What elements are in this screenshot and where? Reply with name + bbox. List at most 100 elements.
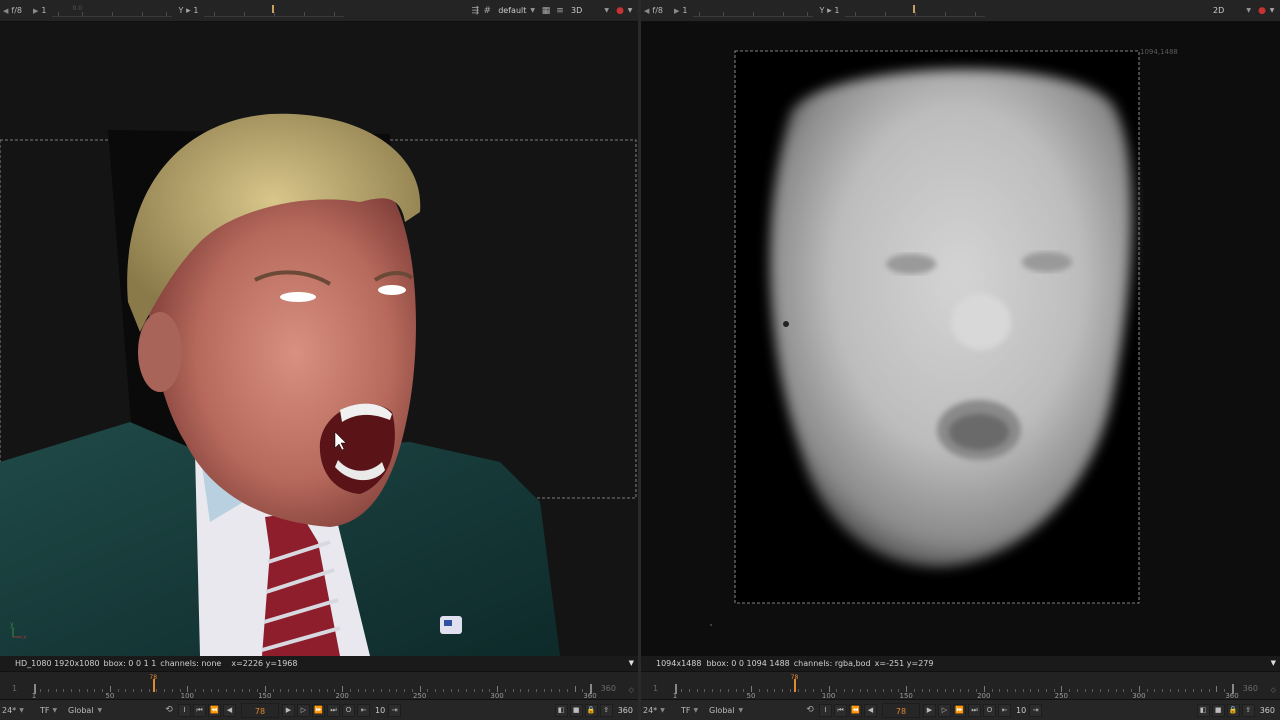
prev-key-icon[interactable]: ⏪	[849, 703, 862, 717]
go-end-icon[interactable]: ⏭	[968, 703, 981, 717]
fps-dropdown[interactable]: 24*	[2, 706, 16, 715]
record-icon[interactable]: ●	[1257, 6, 1267, 16]
frame-field[interactable]: 78	[882, 702, 920, 718]
step-forward-icon[interactable]: ▷	[297, 703, 310, 717]
skip-forward-icon[interactable]: ⇥	[388, 703, 402, 717]
next-key-icon[interactable]: ⏩	[312, 703, 325, 717]
info-dropdown-icon[interactable]: ▼	[629, 659, 634, 667]
range-start-marker[interactable]	[675, 684, 677, 694]
layout-icon[interactable]: ▦	[541, 6, 551, 16]
channel-set[interactable]: f/8	[11, 6, 22, 15]
stop-icon[interactable]: ■	[1211, 703, 1225, 717]
gain-slider[interactable]	[693, 5, 814, 17]
tf-dropdown[interactable]: TF	[681, 706, 691, 715]
flipbook-icon[interactable]: ◧	[554, 703, 568, 717]
timeline[interactable]: 1 1 50 100 150 200 250 300 360 78 360 ◇	[641, 671, 1280, 700]
viewer-2d[interactable]: 1094,1488	[641, 22, 1280, 656]
stop-icon[interactable]: ■	[569, 703, 583, 717]
timeline-tick	[404, 689, 406, 692]
lock-icon[interactable]: 🔒	[1226, 703, 1240, 717]
collapse-icon[interactable]: ▼	[625, 6, 635, 16]
loop-icon[interactable]: ⟲	[164, 705, 174, 715]
frame-value[interactable]: 1	[682, 6, 687, 15]
export-icon[interactable]: ⇪	[1241, 703, 1255, 717]
timeline-tick	[241, 689, 243, 692]
channel-set[interactable]: f/8	[652, 6, 663, 15]
range-end-marker[interactable]	[590, 684, 592, 694]
play-icon[interactable]: ▶	[282, 703, 295, 717]
timeline-tick	[944, 689, 946, 692]
end-frame-field[interactable]: 360	[615, 706, 636, 715]
timeline-tick	[813, 689, 815, 692]
timeline-tick	[311, 689, 313, 692]
timeline[interactable]: 1 1 50 100 150 200 250 300 360 78 360 ◇	[0, 671, 638, 700]
in-point-icon[interactable]: I	[178, 703, 191, 717]
go-end-icon[interactable]: ⏭	[327, 703, 340, 717]
channel-dropdown-icon[interactable]: ◀	[644, 7, 649, 15]
range-end-marker[interactable]	[1232, 684, 1234, 694]
timeline-menu-icon[interactable]: ◇	[1271, 686, 1276, 694]
go-start-icon[interactable]: ⏮	[834, 703, 847, 717]
in-point-icon[interactable]: I	[819, 703, 832, 717]
range-dropdown[interactable]: Global	[68, 706, 94, 715]
gamma-slider[interactable]	[204, 4, 345, 17]
gain-slider[interactable]: 0.0	[52, 5, 173, 17]
step-back-icon[interactable]: ◀	[864, 703, 877, 717]
tf-dropdown[interactable]: TF	[40, 706, 50, 715]
prev-key-icon[interactable]: ⏪	[208, 703, 221, 717]
skip-back-icon[interactable]: ⇤	[998, 703, 1011, 717]
timeline-tick	[396, 689, 398, 692]
view-mode-dropdown[interactable]: 2D ▼	[1210, 0, 1254, 22]
fps-dropdown[interactable]: 24*	[643, 706, 657, 715]
next-key-icon[interactable]: ⏩	[953, 703, 966, 717]
step-field[interactable]: 10	[372, 706, 388, 715]
frame-field[interactable]: 78	[241, 702, 279, 718]
timeline-menu-icon[interactable]: ◇	[629, 686, 634, 694]
lock-icon[interactable]: 🔒	[584, 703, 598, 717]
gamma-value[interactable]: 1	[193, 6, 198, 15]
step-field[interactable]: 10	[1013, 706, 1029, 715]
timeline-tick	[202, 689, 204, 692]
out-point-icon[interactable]: O	[983, 703, 996, 717]
record-icon[interactable]: ●	[615, 6, 625, 16]
wipe-icon[interactable]: ⇶	[470, 6, 480, 16]
info-dropdown-icon[interactable]: ▼	[1271, 659, 1276, 667]
frame-arrow-icon[interactable]: ▶	[674, 7, 679, 15]
timeline-tick	[349, 689, 351, 692]
channel-dropdown-icon[interactable]: ◀	[3, 7, 8, 15]
timeline-tick	[210, 689, 212, 692]
out-point-icon[interactable]: O	[342, 703, 355, 717]
lut-dropdown[interactable]: default ▼	[495, 0, 538, 22]
frame-value[interactable]: 1	[41, 6, 46, 15]
loop-icon[interactable]: ⟲	[805, 705, 815, 715]
timeline-tick	[280, 689, 282, 692]
range-start-marker[interactable]	[34, 684, 36, 694]
collapse-icon[interactable]: ▼	[1267, 6, 1277, 16]
viewer-3d[interactable]: y x	[0, 22, 638, 656]
export-icon[interactable]: ⇪	[599, 703, 613, 717]
view-mode-dropdown[interactable]: 3D ▼	[568, 0, 612, 22]
go-start-icon[interactable]: ⏮	[193, 703, 206, 717]
range-dropdown[interactable]: Global	[709, 706, 735, 715]
gamma-slider[interactable]	[845, 4, 986, 17]
grid-icon[interactable]: #	[482, 6, 492, 16]
gamma-value[interactable]: 1	[834, 6, 839, 15]
timeline-ruler[interactable]: 1 50 100 150 200 250 300 360 78	[32, 674, 597, 700]
timeline-tick	[758, 689, 760, 692]
step-back-icon[interactable]: ◀	[223, 703, 236, 717]
end-frame-field[interactable]: 360	[1257, 706, 1278, 715]
timeline-tick	[357, 689, 359, 692]
timeline-ruler[interactable]: 1 50 100 150 200 250 300 360 78	[673, 674, 1239, 700]
timeline-tick	[55, 689, 57, 692]
play-icon[interactable]: ▶	[923, 703, 936, 717]
step-forward-icon[interactable]: ▷	[938, 703, 951, 717]
skip-forward-icon[interactable]: ⇥	[1029, 703, 1043, 717]
menu-icon[interactable]: ≡	[555, 6, 565, 16]
flipbook-icon[interactable]: ◧	[1196, 703, 1210, 717]
timeline-tick	[435, 689, 437, 692]
left-viewer-panel: ◀ f/8 ▶ 1 0.0 Y ▸ 1 ⇶ # default ▼ ▦ ≡ 3D ▼ ● ▼	[0, 0, 638, 720]
skip-back-icon[interactable]: ⇤	[357, 703, 370, 717]
frame-arrow-icon[interactable]: ▶	[33, 7, 38, 15]
timeline-tick	[574, 686, 576, 692]
timeline-tick	[520, 689, 522, 692]
